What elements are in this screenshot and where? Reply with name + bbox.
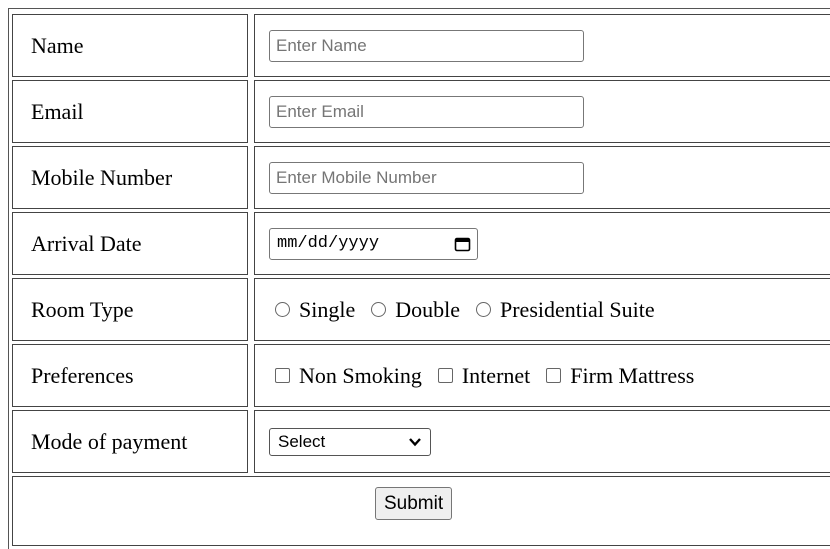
pref-option-non-smoking[interactable]: Non Smoking: [269, 363, 422, 389]
payment-selected-value: Select: [278, 431, 326, 451]
email-input-cell: [254, 80, 830, 143]
arrival-date-placeholder: mm/dd/yyyy: [277, 234, 380, 253]
pref-option-label: Firm Mattress: [570, 362, 695, 388]
name-label-cell: Name: [12, 14, 248, 77]
radio-presidential[interactable]: [476, 302, 491, 317]
arrival-label: Arrival Date: [31, 230, 142, 256]
mobile-input[interactable]: [269, 161, 584, 194]
pref-option-internet[interactable]: Internet: [432, 363, 530, 389]
email-label-cell: Email: [12, 80, 248, 143]
name-input-cell: [254, 14, 830, 77]
arrival-input-cell: mm/dd/yyyy: [254, 212, 830, 275]
room-option-double[interactable]: Double: [365, 297, 460, 323]
arrival-label-cell: Arrival Date: [12, 212, 248, 275]
room-type-options-cell: Single Double Presidential Suite: [254, 278, 830, 341]
submit-button[interactable]: Submit: [375, 487, 453, 520]
payment-select[interactable]: Select: [269, 427, 431, 456]
email-input[interactable]: [269, 95, 584, 128]
email-label: Email: [31, 98, 84, 124]
preferences-label-cell: Preferences: [12, 344, 248, 407]
payment-select-cell: Select: [254, 410, 830, 473]
arrival-date-input[interactable]: mm/dd/yyyy: [269, 227, 478, 260]
name-label: Name: [31, 32, 84, 58]
room-type-label: Room Type: [31, 296, 134, 322]
calendar-icon[interactable]: [454, 236, 471, 252]
checkbox-non-smoking[interactable]: [275, 368, 290, 383]
room-option-label: Presidential Suite: [500, 296, 655, 322]
room-type-label-cell: Room Type: [12, 278, 248, 341]
checkbox-internet[interactable]: [437, 368, 453, 383]
room-option-label: Single: [299, 296, 356, 322]
checkbox-firm-mattress[interactable]: [546, 368, 562, 383]
submit-cell: Submit: [12, 476, 830, 546]
payment-label: Mode of payment: [31, 428, 188, 454]
room-option-single[interactable]: Single: [269, 297, 355, 323]
preferences-options-cell: Non Smoking Internet Firm Mattress: [254, 344, 830, 407]
chevron-down-icon: [408, 432, 422, 452]
mobile-label: Mobile Number: [31, 164, 173, 190]
radio-double[interactable]: [371, 302, 387, 317]
pref-option-firm-mattress[interactable]: Firm Mattress: [540, 363, 694, 389]
booking-form-table: Name Email Mobile Number Arrival Date mm…: [8, 8, 830, 549]
pref-option-label: Non Smoking: [299, 362, 422, 388]
mobile-input-cell: [254, 146, 830, 209]
room-option-label: Double: [395, 296, 460, 322]
payment-label-cell: Mode of payment: [12, 410, 248, 473]
mobile-label-cell: Mobile Number: [12, 146, 248, 209]
room-option-presidential[interactable]: Presidential Suite: [470, 297, 655, 323]
name-input[interactable]: [269, 29, 584, 62]
preferences-label: Preferences: [31, 362, 134, 388]
pref-option-label: Internet: [461, 362, 531, 388]
radio-single[interactable]: [275, 302, 290, 317]
